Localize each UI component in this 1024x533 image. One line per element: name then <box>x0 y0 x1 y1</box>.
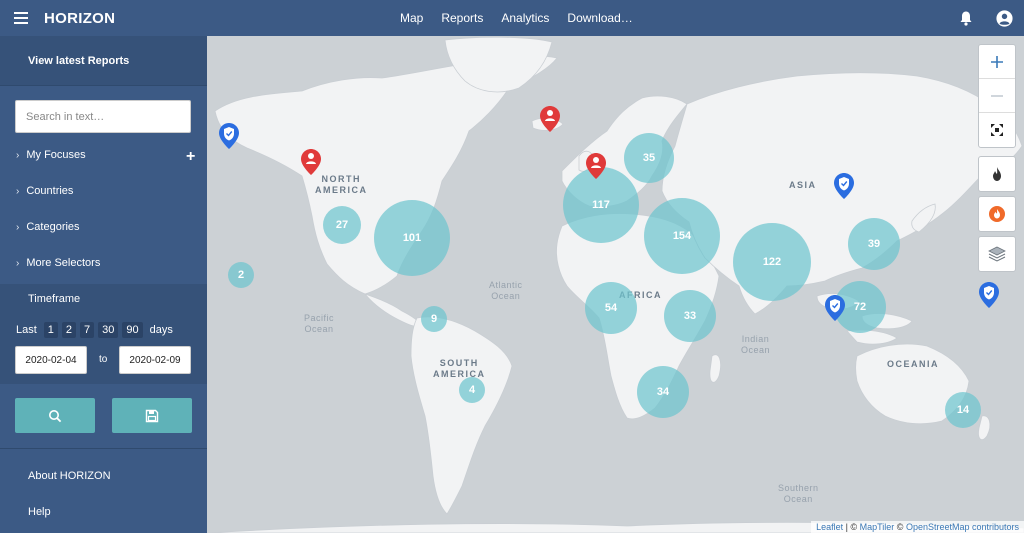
sidebar-item-label: My Focuses <box>26 149 86 161</box>
label-atlantic-ocean: Atlantic Ocean <box>489 280 523 301</box>
nav-download[interactable]: Download… <box>567 11 632 25</box>
shield-pin-icon[interactable] <box>833 172 855 200</box>
leaflet-link[interactable]: Leaflet <box>816 522 843 532</box>
cluster-marker[interactable]: 34 <box>637 366 689 418</box>
layers-icon <box>988 246 1006 262</box>
zoom-in-button[interactable] <box>979 45 1015 79</box>
fire-badge-icon <box>989 206 1005 222</box>
sidebar-item-my-focuses[interactable]: › My Focuses <box>16 149 86 161</box>
fullscreen-icon <box>991 124 1003 136</box>
shield-pin-icon[interactable] <box>824 294 846 322</box>
preset-2-days[interactable]: 2 <box>61 322 77 338</box>
preset-days-row: Last 1 2 7 30 90 days <box>16 322 173 338</box>
burst-control <box>978 196 1016 232</box>
preset-1-days[interactable]: 1 <box>43 322 58 338</box>
preset-30-days[interactable]: 30 <box>98 322 119 338</box>
timeframe-heading: Timeframe <box>0 284 207 316</box>
zoom-out-button[interactable] <box>979 79 1015 113</box>
nav-analytics[interactable]: Analytics <box>501 11 549 25</box>
cluster-marker[interactable]: 4 <box>459 377 485 403</box>
label-pacific-ocean: Pacific Ocean <box>304 313 335 334</box>
help-link[interactable]: Help <box>28 506 51 518</box>
attribution-separator: © <box>894 522 906 532</box>
date-to-field[interactable]: 2020-02-09 <box>119 346 191 374</box>
shield-pin-icon[interactable] <box>978 281 1000 309</box>
osm-link[interactable]: OpenStreetMap contributors <box>906 522 1019 532</box>
label-oceania: OCEANIA <box>887 359 940 369</box>
cluster-marker[interactable]: 154 <box>644 198 720 274</box>
search-icon <box>49 409 62 422</box>
date-from-field[interactable]: 2020-02-04 <box>15 346 87 374</box>
layers-control <box>978 236 1016 272</box>
to-label: to <box>99 354 108 365</box>
user-account-icon[interactable] <box>996 10 1013 27</box>
sidebar-item-countries[interactable]: › Countries <box>16 185 73 197</box>
sidebar-item-label: Categories <box>26 221 80 233</box>
heatmap-button[interactable] <box>979 157 1015 191</box>
label-north-america: NORTH AMERICA <box>315 174 368 195</box>
plus-icon <box>991 55 1003 68</box>
attribution-separator: | © <box>843 522 860 532</box>
top-nav: Map Reports Analytics Download… <box>400 11 651 25</box>
save-icon <box>145 409 159 422</box>
person-pin-icon[interactable] <box>539 105 561 133</box>
person-pin-icon[interactable] <box>300 148 322 176</box>
chevron-right-icon: › <box>16 257 20 269</box>
zoom-controls <box>978 44 1016 148</box>
last-label: Last <box>16 324 37 336</box>
sidebar-item-label: Countries <box>26 185 74 197</box>
cluster-marker[interactable]: 9 <box>421 306 447 332</box>
shield-pin-icon[interactable] <box>218 122 240 150</box>
flame-icon <box>993 167 1001 181</box>
sidebar-item-label: More Selectors <box>26 257 101 269</box>
cluster-marker[interactable]: 101 <box>374 200 450 276</box>
label-southern-ocean: Southern Ocean <box>778 483 819 504</box>
layers-button[interactable] <box>979 237 1015 271</box>
days-label: days <box>149 324 173 336</box>
label-south-america: SOUTH AMERICA <box>433 358 486 379</box>
world-map[interactable]: NORTH AMERICA SOUTH AMERICA AFRICA ASIA … <box>207 36 1024 533</box>
app-title: HORIZON <box>44 10 116 27</box>
cluster-marker[interactable]: 14 <box>945 392 981 428</box>
add-focus-icon[interactable]: + <box>186 148 195 166</box>
top-bar: HORIZON Map Reports Analytics Download… <box>0 0 1024 36</box>
sidebar-item-categories[interactable]: › Categories <box>16 221 80 233</box>
search-input[interactable] <box>15 100 191 133</box>
cluster-marker[interactable]: 35 <box>624 133 674 183</box>
maptiler-link[interactable]: MapTiler <box>860 522 895 532</box>
sidebar-divider <box>0 448 207 449</box>
nav-reports[interactable]: Reports <box>441 11 483 25</box>
label-indian-ocean: Indian Ocean <box>741 334 771 355</box>
cluster-marker[interactable]: 122 <box>733 223 811 301</box>
cluster-marker[interactable]: 39 <box>848 218 900 270</box>
cluster-marker[interactable]: 2 <box>228 262 254 288</box>
view-latest-reports[interactable]: View latest Reports <box>0 36 207 86</box>
chevron-right-icon: › <box>16 221 20 233</box>
cluster-marker[interactable]: 27 <box>323 206 361 244</box>
fullscreen-button[interactable] <box>979 113 1015 147</box>
nav-map[interactable]: Map <box>400 11 423 25</box>
cluster-marker[interactable]: 33 <box>664 290 716 342</box>
map-attribution: Leaflet | © MapTiler © OpenStreetMap con… <box>811 521 1024 533</box>
cluster-marker[interactable]: 54 <box>585 282 637 334</box>
search-button[interactable] <box>15 398 95 433</box>
save-button[interactable] <box>112 398 192 433</box>
person-pin-icon[interactable] <box>585 152 607 180</box>
bell-icon[interactable] <box>958 10 974 26</box>
preset-7-days[interactable]: 7 <box>80 322 95 338</box>
about-link[interactable]: About HORIZON <box>28 470 111 482</box>
chevron-right-icon: › <box>16 149 20 161</box>
preset-90-days[interactable]: 90 <box>122 322 143 338</box>
label-asia: ASIA <box>789 180 817 190</box>
sidebar-item-more-selectors[interactable]: › More Selectors <box>16 257 100 269</box>
minus-icon <box>991 94 1003 97</box>
sidebar: View latest Reports › My Focuses + › Cou… <box>0 36 207 533</box>
burst-button[interactable] <box>979 197 1015 231</box>
menu-icon[interactable] <box>14 12 28 24</box>
chevron-right-icon: › <box>16 185 20 197</box>
heatmap-control <box>978 156 1016 192</box>
